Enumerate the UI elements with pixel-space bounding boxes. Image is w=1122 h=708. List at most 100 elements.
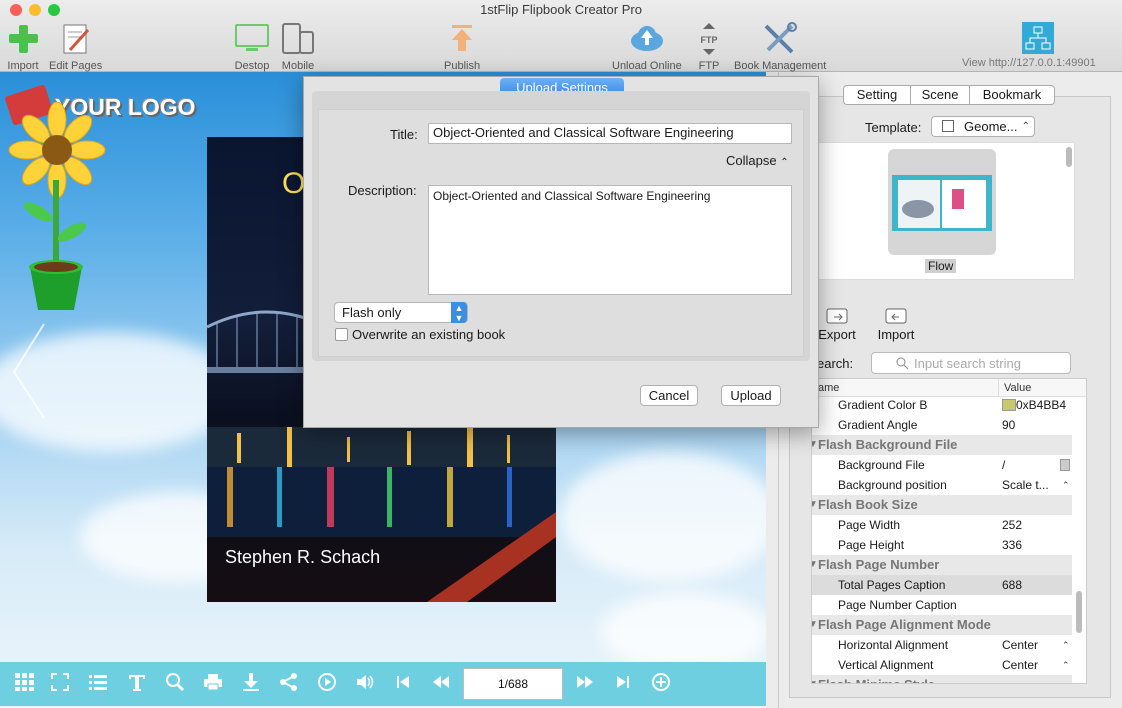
book-author: Stephen R. Schach bbox=[225, 547, 381, 567]
download-icon[interactable] bbox=[240, 672, 262, 694]
edit-pages-toolbar-button[interactable]: Edit Pages bbox=[49, 22, 102, 72]
disclosure-triangle-icon[interactable]: ▼ bbox=[812, 555, 818, 575]
share-icon[interactable] bbox=[278, 672, 300, 694]
property-value[interactable]: Scale t... bbox=[1002, 475, 1049, 495]
property-row[interactable]: Page Width 252 bbox=[812, 515, 1072, 535]
template-icon bbox=[942, 120, 954, 132]
property-name: Background File bbox=[838, 458, 925, 472]
color-swatch[interactable] bbox=[1002, 399, 1016, 411]
chevron-updown-icon[interactable]: ⌃ bbox=[1062, 655, 1070, 675]
property-value[interactable]: Center bbox=[1002, 655, 1038, 675]
template-thumb-flow[interactable] bbox=[888, 149, 996, 255]
upload-online-toolbar-button[interactable]: Unload Online bbox=[612, 22, 682, 72]
import-button[interactable]: Import bbox=[874, 308, 918, 342]
property-category[interactable]: ▼Flash Page Number bbox=[812, 555, 1072, 575]
previous-page-arrow-icon[interactable] bbox=[8, 322, 48, 422]
property-name: Page Width bbox=[838, 518, 901, 532]
property-name: Page Height bbox=[838, 538, 905, 552]
property-row[interactable]: Background position ⌃ Scale t... bbox=[812, 475, 1072, 495]
property-row[interactable]: Background File / bbox=[812, 455, 1072, 475]
print-icon[interactable] bbox=[202, 672, 224, 694]
sound-icon[interactable] bbox=[354, 672, 376, 694]
property-row[interactable]: Vertical Alignment ⌃ Center bbox=[812, 655, 1072, 675]
property-value[interactable]: / bbox=[1002, 455, 1005, 475]
property-value[interactable]: 0xB4BB4 bbox=[1016, 395, 1066, 415]
title-input[interactable]: Object-Oriented and Classical Software E… bbox=[428, 123, 792, 144]
disclosure-triangle-icon[interactable]: ▼ bbox=[812, 615, 818, 635]
property-grid-scrollbar[interactable] bbox=[1076, 591, 1082, 633]
search-input[interactable]: Input search string bbox=[871, 352, 1071, 374]
tab-bookmark[interactable]: Bookmark bbox=[969, 85, 1055, 105]
template-gallery: Flow bbox=[817, 142, 1075, 280]
next-page-icon[interactable] bbox=[574, 672, 596, 694]
disclosure-triangle-icon[interactable]: ▼ bbox=[812, 435, 818, 455]
property-category[interactable]: ▼Flash Page Alignment Mode bbox=[812, 615, 1072, 635]
cancel-button[interactable]: Cancel bbox=[640, 385, 698, 406]
chevron-updown-icon[interactable]: ⌃ bbox=[1062, 635, 1070, 655]
property-row[interactable]: Page Number Caption bbox=[812, 595, 1072, 615]
autoplay-icon[interactable] bbox=[316, 672, 338, 694]
format-select[interactable]: Flash only ▲ ▼ bbox=[334, 302, 468, 323]
view-url-link[interactable]: View http://127.0.0.1:49901 bbox=[962, 57, 1096, 69]
export-button[interactable]: Export bbox=[817, 308, 857, 342]
property-row[interactable]: Gradient Angle 90 bbox=[812, 415, 1072, 435]
disclosure-triangle-icon[interactable]: ▼ bbox=[812, 675, 818, 683]
property-name: Flash Page Alignment Mode bbox=[818, 617, 991, 632]
mobile-toolbar-button[interactable]: Mobile bbox=[280, 22, 316, 72]
property-row[interactable]: Horizontal Alignment ⌃ Center bbox=[812, 635, 1072, 655]
zoom-in-icon[interactable] bbox=[650, 672, 672, 694]
edit-pages-icon bbox=[58, 22, 94, 56]
property-category[interactable]: ▼Flash Background File bbox=[812, 435, 1072, 455]
upload-button[interactable]: Upload bbox=[721, 385, 781, 406]
book-title-fragment: O bbox=[282, 167, 306, 200]
overwrite-checkbox[interactable] bbox=[335, 328, 348, 341]
gallery-scrollbar[interactable] bbox=[1066, 147, 1072, 167]
property-value[interactable]: 90 bbox=[1002, 415, 1015, 435]
property-value[interactable]: 252 bbox=[1002, 515, 1022, 535]
column-header-value[interactable]: Value bbox=[1004, 382, 1031, 394]
property-category[interactable]: ▼Flash Book Size bbox=[812, 495, 1072, 515]
title-label: Title: bbox=[390, 127, 418, 142]
property-name: Flash Minime Style bbox=[818, 675, 935, 683]
property-row[interactable]: Page Height 336 bbox=[812, 535, 1072, 555]
settings-panel: Setting Scene Bookmark Template: Geome..… bbox=[778, 72, 1122, 708]
import-toolbar-button[interactable]: Import bbox=[5, 22, 41, 72]
page-number-input[interactable]: 1/688 bbox=[463, 668, 563, 700]
preview-bottom-toolbar: 1/688 bbox=[0, 662, 766, 706]
book-management-toolbar-button[interactable]: Book Management bbox=[734, 22, 826, 72]
publish-toolbar-button[interactable]: Publish bbox=[444, 22, 480, 72]
property-name: Flash Book Size bbox=[818, 497, 918, 512]
column-header-name[interactable]: ame bbox=[818, 382, 839, 394]
property-name: Page Number Caption bbox=[838, 598, 957, 612]
network-icon[interactable] bbox=[1022, 22, 1054, 54]
file-browse-icon[interactable] bbox=[1060, 459, 1070, 471]
property-value[interactable]: 336 bbox=[1002, 535, 1022, 555]
first-page-icon[interactable] bbox=[392, 672, 414, 694]
property-row[interactable]: Gradient Color B 0xB4BB4 bbox=[812, 395, 1072, 415]
description-textarea[interactable]: Object-Oriented and Classical Software E… bbox=[428, 185, 792, 295]
search-icon[interactable] bbox=[164, 672, 186, 694]
previous-page-icon[interactable] bbox=[430, 672, 452, 694]
tab-scene[interactable]: Scene bbox=[910, 85, 970, 105]
table-of-contents-icon[interactable] bbox=[87, 672, 109, 694]
chevron-updown-icon[interactable]: ⌃ bbox=[1062, 475, 1070, 495]
chevron-updown-icon: ⌃ bbox=[1021, 121, 1030, 132]
ftp-toolbar-button[interactable]: FTP FTP bbox=[697, 22, 721, 72]
collapse-toggle[interactable]: Collapse ⌃ bbox=[726, 153, 789, 168]
disclosure-triangle-icon[interactable]: ▼ bbox=[812, 495, 818, 515]
property-name: Vertical Alignment bbox=[838, 658, 934, 672]
property-name: Gradient Angle bbox=[838, 418, 918, 432]
property-category[interactable]: ▼Flash Minime Style bbox=[812, 675, 1072, 683]
last-page-icon[interactable] bbox=[612, 672, 634, 694]
property-row[interactable]: Total Pages Caption 688 bbox=[812, 575, 1072, 595]
thumbnails-icon[interactable] bbox=[13, 672, 35, 694]
plus-icon bbox=[5, 22, 41, 56]
tools-icon bbox=[762, 22, 798, 56]
fullscreen-icon[interactable] bbox=[49, 672, 71, 694]
property-value[interactable]: Center bbox=[1002, 635, 1038, 655]
text-icon[interactable] bbox=[126, 672, 148, 694]
tab-setting[interactable]: Setting bbox=[843, 85, 911, 105]
template-select[interactable]: Geome... ⌃ bbox=[931, 116, 1035, 137]
property-value[interactable]: 688 bbox=[1002, 575, 1022, 595]
desktop-toolbar-button[interactable]: Destop bbox=[234, 22, 270, 72]
